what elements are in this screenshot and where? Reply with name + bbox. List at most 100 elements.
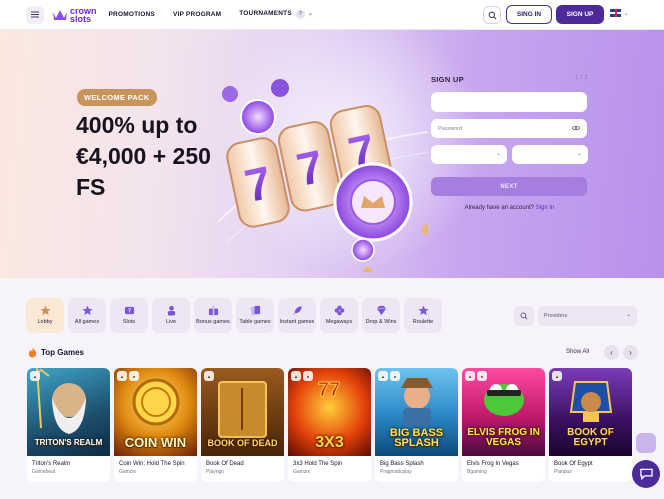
language-selector[interactable]: ⌄ [610,9,629,17]
game-search-button[interactable] [514,306,534,326]
show-all-link[interactable]: Show All [566,349,589,355]
chat-support-button[interactable] [632,460,660,488]
game-card[interactable]: BOOK OF DEAD ▲ Book Of Dead Playngo [201,368,284,482]
svg-text:7: 7 [127,309,130,315]
main-nav: PROMOTIONS VIP PROGRAM TOURNAMENTS? ⌄ [109,10,314,19]
category-live[interactable]: Live [152,298,190,333]
game-provider: Gamzix [293,469,310,475]
sign-in-link[interactable]: Sign In [536,205,555,211]
site-logo[interactable]: crown slots [52,5,97,24]
game-card[interactable]: COIN WIN ▲ ● Coin Win: Hold The Spin Gamz… [114,368,197,482]
slots-icon: 7 [124,307,134,315]
game-thumbnail: COIN WIN ▲ ● [114,368,197,456]
game-badge-icon: ● [477,371,487,381]
category-label: Live [165,319,177,326]
game-card[interactable]: BOOK OF EGYPT ▲ Book Of Egypt Platipus [549,368,632,482]
fire-icon [28,347,37,358]
signup-form-header: SIGN UP 1 / 3 [431,75,588,84]
category-bar: Lobby All games 7 Slots Live Bonus games… [26,298,442,333]
top-games-heading: Top Games [28,347,84,358]
already-account-text: Already have an account? Sign In [431,205,588,211]
game-name: Triton's Realm [32,461,71,467]
live-dealer-icon [167,306,175,316]
category-instant-games[interactable]: Instant games [278,298,316,333]
signup-form-title: SIGN UP [431,75,464,84]
password-field[interactable]: Password [431,119,587,138]
game-title-art: BIG BASS SPLASH [389,427,444,449]
game-badge-icon: ▲ [204,371,214,381]
logo-text: crown slots [70,5,97,24]
game-badges: ▲ ● [378,371,400,381]
country-select[interactable]: ⌄ [512,145,588,164]
scroll-up-button[interactable] [636,433,656,453]
tournaments-info-badge: ? [295,10,305,19]
game-card[interactable]: TRITON'S REALM ▲ Triton's Realm Gamebeat [27,368,110,482]
game-badges: ▲ [552,371,562,381]
game-card[interactable]: 77 3X3 ▲ ● 3x3 Hold The Spin Gamzix [288,368,371,482]
nav-promotions[interactable]: PROMOTIONS [109,11,155,18]
signup-step-indicator: 1 / 3 [574,75,588,81]
next-arrow-button[interactable]: › [623,345,638,360]
game-thumbnail: ELVIS FROG IN VEGAS ▲ ● [462,368,545,456]
game-title-art: BOOK OF EGYPT [567,427,614,448]
signup-form: SIGN UP 1 / 3 Password ⌄ ⌄ NEXT Already … [431,75,588,211]
chevron-left-icon: ‹ [610,348,613,357]
game-provider: Gamzix [119,469,136,475]
game-name: 3x3 Hold The Spin [293,461,343,467]
game-badge-icon: ● [303,371,313,381]
category-bonus-games[interactable]: Bonus games [194,298,232,333]
gem-icon [376,306,386,316]
bonus-icon [208,306,218,316]
game-title-art: BOOK OF DEAD [207,438,278,448]
category-all-games[interactable]: All games [68,298,106,333]
hero-banner: WELCOME PACK 400% up to €4,000 + 250 FS … [0,30,664,278]
game-card[interactable]: BIG BASS SPLASH ▲ ● Big Bass Splash Pragm… [375,368,458,482]
email-field[interactable] [431,92,587,112]
menu-icon [31,13,39,16]
crown-logo-icon [53,9,67,20]
game-provider: Platipus [554,469,572,475]
eye-icon[interactable] [572,125,580,131]
sign-up-button[interactable]: SIGN UP [556,5,604,24]
game-badges: ▲ [30,371,40,381]
providers-select[interactable]: Providers ⌄ [538,306,637,326]
star-icon [81,305,93,316]
currency-select[interactable]: ⌄ [431,145,507,164]
category-drop-wins[interactable]: Drop & Wins [362,298,400,333]
game-badge-icon: ▲ [291,371,301,381]
category-label: Roulette [412,319,434,326]
next-button[interactable]: NEXT [431,177,587,196]
signup-select-row: ⌄ ⌄ [431,145,588,164]
game-name: Big Bass Splash [380,461,424,467]
svg-text:77: 77 [318,379,340,401]
top-games-title: Top Games [41,348,84,357]
category-lobby[interactable]: Lobby [26,298,64,333]
chat-icon [639,468,653,480]
game-badge-icon: ▲ [378,371,388,381]
game-thumbnail: BIG BASS SPLASH ▲ ● [375,368,458,456]
game-title-art: TRITON'S REALM [34,438,103,447]
category-table-games[interactable]: Table games [236,298,274,333]
category-slots[interactable]: 7 Slots [110,298,148,333]
game-title-art: COIN WIN [124,435,187,450]
game-card[interactable]: ELVIS FROG IN VEGAS ▲ ● Elvis Frog In Veg… [462,368,545,482]
search-button[interactable] [483,6,501,24]
game-name: Elvis Frog In Vegas [467,461,519,467]
top-games-row: TRITON'S REALM ▲ Triton's Realm Gamebeat… [27,368,632,482]
nav-tournaments[interactable]: TOURNAMENTS? ⌄ [239,10,313,19]
sign-in-button[interactable]: SING IN [506,5,552,24]
prev-arrow-button[interactable]: ‹ [604,345,619,360]
hamburger-menu-button[interactable] [26,5,44,24]
category-roulette[interactable]: Roulette [404,298,442,333]
game-badge-icon: ▲ [552,371,562,381]
password-placeholder: Password [438,125,463,132]
chevron-down-icon: ⌄ [495,151,501,157]
slot-machine-illustration: 7 7 7 [218,79,428,272]
category-megaways[interactable]: Megaways [320,298,358,333]
category-label: Drop & Wins [365,319,397,326]
rocket-icon [292,306,302,316]
game-thumbnail: BOOK OF EGYPT ▲ [549,368,632,456]
game-title-art: 3X3 [315,434,344,451]
nav-vip-program[interactable]: VIP PROGRAM [173,11,221,18]
welcome-pack-badge: WELCOME PACK [77,89,157,106]
